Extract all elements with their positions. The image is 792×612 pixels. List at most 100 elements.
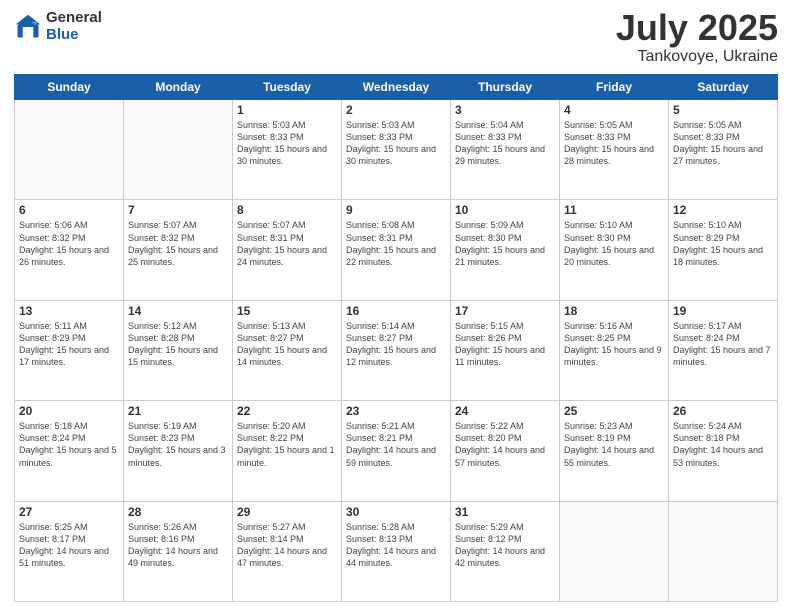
table-row: 27 Sunrise: 5:25 AM Sunset: 8:17 PM Dayli… [15, 501, 124, 601]
day-info: Sunrise: 5:21 AM Sunset: 8:21 PM Dayligh… [346, 420, 446, 469]
table-row [669, 501, 778, 601]
table-row: 20 Sunrise: 5:18 AM Sunset: 8:24 PM Dayli… [15, 401, 124, 501]
header: General Blue July 2025 Tankovoye, Ukrain… [14, 10, 778, 66]
day-number: 20 [19, 404, 119, 418]
day-number: 27 [19, 505, 119, 519]
day-info: Sunrise: 5:12 AM Sunset: 8:28 PM Dayligh… [128, 320, 228, 369]
day-number: 14 [128, 304, 228, 318]
day-info: Sunrise: 5:27 AM Sunset: 8:14 PM Dayligh… [237, 521, 337, 570]
day-number: 19 [673, 304, 773, 318]
col-saturday: Saturday [669, 75, 778, 100]
table-row: 13Sunrise: 5:11 AM Sunset: 8:29 PM Dayli… [15, 300, 124, 400]
day-info: Sunrise: 5:16 AM Sunset: 8:25 PM Dayligh… [564, 320, 664, 369]
day-info: Sunrise: 5:23 AM Sunset: 8:19 PM Dayligh… [564, 420, 664, 469]
table-row: 11 Sunrise: 5:10 AM Sunset: 8:30 PM Dayli… [560, 200, 669, 300]
day-number: 10 [455, 203, 555, 217]
day-info: Sunrise: 5:08 AM Sunset: 8:31 PM Dayligh… [346, 219, 446, 268]
calendar-week-row: 13Sunrise: 5:11 AM Sunset: 8:29 PM Dayli… [15, 300, 778, 400]
day-number: 16 [346, 304, 446, 318]
table-row: 9 Sunrise: 5:08 AM Sunset: 8:31 PM Daylig… [342, 200, 451, 300]
calendar-week-row: 20 Sunrise: 5:18 AM Sunset: 8:24 PM Dayli… [15, 401, 778, 501]
table-row [15, 100, 124, 200]
page: General Blue July 2025 Tankovoye, Ukrain… [0, 0, 792, 612]
day-number: 21 [128, 404, 228, 418]
calendar-week-row: 27 Sunrise: 5:25 AM Sunset: 8:17 PM Dayli… [15, 501, 778, 601]
table-row: 10Sunrise: 5:09 AM Sunset: 8:30 PM Dayli… [451, 200, 560, 300]
table-row: 6 Sunrise: 5:06 AM Sunset: 8:32 PM Daylig… [15, 200, 124, 300]
day-number: 9 [346, 203, 446, 217]
table-row: 29Sunrise: 5:27 AM Sunset: 8:14 PM Dayli… [233, 501, 342, 601]
day-info: Sunrise: 5:13 AM Sunset: 8:27 PM Dayligh… [237, 320, 337, 369]
table-row: 15 Sunrise: 5:13 AM Sunset: 8:27 PM Dayli… [233, 300, 342, 400]
day-info: Sunrise: 5:25 AM Sunset: 8:17 PM Dayligh… [19, 521, 119, 570]
day-number: 18 [564, 304, 664, 318]
location-title: Tankovoye, Ukraine [616, 48, 778, 66]
col-friday: Friday [560, 75, 669, 100]
table-row [560, 501, 669, 601]
table-row: 2 Sunrise: 5:03 AM Sunset: 8:33 PM Daylig… [342, 100, 451, 200]
calendar-header-row: Sunday Monday Tuesday Wednesday Thursday… [15, 75, 778, 100]
day-number: 23 [346, 404, 446, 418]
table-row: 16 Sunrise: 5:14 AM Sunset: 8:27 PM Dayli… [342, 300, 451, 400]
day-info: Sunrise: 5:20 AM Sunset: 8:22 PM Dayligh… [237, 420, 337, 469]
day-info: Sunrise: 5:04 AM Sunset: 8:33 PM Dayligh… [455, 119, 555, 168]
logo-general-text: General [46, 10, 102, 27]
table-row: 12 Sunrise: 5:10 AM Sunset: 8:29 PM Dayli… [669, 200, 778, 300]
day-info: Sunrise: 5:03 AM Sunset: 8:33 PM Dayligh… [237, 119, 337, 168]
day-info: Sunrise: 5:11 AM Sunset: 8:29 PM Dayligh… [19, 320, 119, 369]
calendar-week-row: 6 Sunrise: 5:06 AM Sunset: 8:32 PM Daylig… [15, 200, 778, 300]
table-row [124, 100, 233, 200]
day-number: 7 [128, 203, 228, 217]
col-sunday: Sunday [15, 75, 124, 100]
table-row: 31 Sunrise: 5:29 AM Sunset: 8:12 PM Dayli… [451, 501, 560, 601]
table-row: 18 Sunrise: 5:16 AM Sunset: 8:25 PM Dayli… [560, 300, 669, 400]
title-block: July 2025 Tankovoye, Ukraine [616, 10, 778, 66]
table-row: 28Sunrise: 5:26 AM Sunset: 8:16 PM Dayli… [124, 501, 233, 601]
day-info: Sunrise: 5:22 AM Sunset: 8:20 PM Dayligh… [455, 420, 555, 469]
logo-icon [14, 13, 42, 41]
day-info: Sunrise: 5:05 AM Sunset: 8:33 PM Dayligh… [564, 119, 664, 168]
day-info: Sunrise: 5:28 AM Sunset: 8:13 PM Dayligh… [346, 521, 446, 570]
day-number: 2 [346, 103, 446, 117]
day-number: 12 [673, 203, 773, 217]
day-number: 3 [455, 103, 555, 117]
logo-text: General Blue [46, 10, 102, 43]
day-info: Sunrise: 5:18 AM Sunset: 8:24 PM Dayligh… [19, 420, 119, 469]
day-number: 11 [564, 203, 664, 217]
day-number: 15 [237, 304, 337, 318]
table-row: 1 Sunrise: 5:03 AM Sunset: 8:33 PM Daylig… [233, 100, 342, 200]
month-title: July 2025 [616, 10, 778, 46]
table-row: 4 Sunrise: 5:05 AM Sunset: 8:33 PM Daylig… [560, 100, 669, 200]
day-info: Sunrise: 5:07 AM Sunset: 8:32 PM Dayligh… [128, 219, 228, 268]
calendar-table: Sunday Monday Tuesday Wednesday Thursday… [14, 74, 778, 602]
day-number: 24 [455, 404, 555, 418]
day-info: Sunrise: 5:29 AM Sunset: 8:12 PM Dayligh… [455, 521, 555, 570]
day-number: 30 [346, 505, 446, 519]
table-row: 25Sunrise: 5:23 AM Sunset: 8:19 PM Dayli… [560, 401, 669, 501]
day-info: Sunrise: 5:03 AM Sunset: 8:33 PM Dayligh… [346, 119, 446, 168]
table-row: 8 Sunrise: 5:07 AM Sunset: 8:31 PM Daylig… [233, 200, 342, 300]
day-info: Sunrise: 5:17 AM Sunset: 8:24 PM Dayligh… [673, 320, 773, 369]
table-row: 5Sunrise: 5:05 AM Sunset: 8:33 PM Daylig… [669, 100, 778, 200]
table-row: 14 Sunrise: 5:12 AM Sunset: 8:28 PM Dayli… [124, 300, 233, 400]
table-row: 17Sunrise: 5:15 AM Sunset: 8:26 PM Dayli… [451, 300, 560, 400]
day-number: 1 [237, 103, 337, 117]
day-info: Sunrise: 5:15 AM Sunset: 8:26 PM Dayligh… [455, 320, 555, 369]
day-number: 31 [455, 505, 555, 519]
day-number: 4 [564, 103, 664, 117]
day-info: Sunrise: 5:10 AM Sunset: 8:29 PM Dayligh… [673, 219, 773, 268]
table-row: 24 Sunrise: 5:22 AM Sunset: 8:20 PM Dayli… [451, 401, 560, 501]
day-info: Sunrise: 5:10 AM Sunset: 8:30 PM Dayligh… [564, 219, 664, 268]
col-tuesday: Tuesday [233, 75, 342, 100]
day-number: 8 [237, 203, 337, 217]
day-info: Sunrise: 5:14 AM Sunset: 8:27 PM Dayligh… [346, 320, 446, 369]
day-number: 28 [128, 505, 228, 519]
table-row: 21 Sunrise: 5:19 AM Sunset: 8:23 PM Dayli… [124, 401, 233, 501]
day-number: 6 [19, 203, 119, 217]
table-row: 19 Sunrise: 5:17 AM Sunset: 8:24 PM Dayli… [669, 300, 778, 400]
day-info: Sunrise: 5:07 AM Sunset: 8:31 PM Dayligh… [237, 219, 337, 268]
day-number: 26 [673, 404, 773, 418]
table-row: 30 Sunrise: 5:28 AM Sunset: 8:13 PM Dayli… [342, 501, 451, 601]
day-info: Sunrise: 5:19 AM Sunset: 8:23 PM Dayligh… [128, 420, 228, 469]
day-info: Sunrise: 5:06 AM Sunset: 8:32 PM Dayligh… [19, 219, 119, 268]
